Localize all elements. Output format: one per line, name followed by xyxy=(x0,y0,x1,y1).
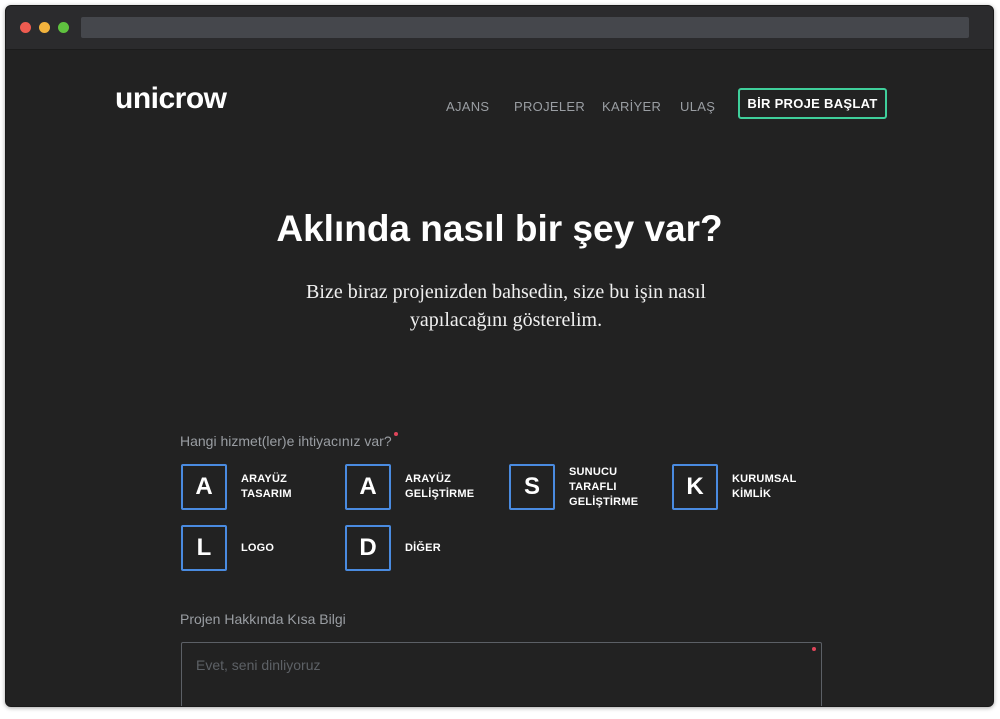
brand-logo[interactable]: unicrow xyxy=(115,82,227,116)
required-indicator xyxy=(393,432,398,436)
service-label-line: TARAFLI xyxy=(569,480,617,493)
service-option-arayuz-tasarim[interactable]: A ARAYÜZ TASARIM xyxy=(181,464,331,510)
service-label-line: TASARIM xyxy=(241,488,292,500)
nav-item-kariyer[interactable]: KARİYER xyxy=(602,99,661,114)
service-option-arayuz-gelistirme[interactable]: A ARAYÜZ GELİŞTİRME xyxy=(345,464,495,510)
service-letter-box: A xyxy=(181,464,227,510)
project-info-textarea[interactable] xyxy=(181,642,822,706)
service-option-diger[interactable]: D DİĞER xyxy=(345,525,495,571)
minimize-window-button[interactable] xyxy=(39,22,50,33)
start-project-button[interactable]: BİR PROJE BAŞLAT xyxy=(738,88,887,119)
page-subtitle-line-1: Bize biraz projenizden bahsedin, size bu… xyxy=(306,281,706,303)
service-option-sunucu-tarafli-gelistirme[interactable]: S SUNUCU TARAFLI GELİŞTİRME xyxy=(509,464,659,510)
service-option-kurumsal-kimlik[interactable]: K KURUMSAL KİMLİK xyxy=(672,464,822,510)
nav-item-ajans[interactable]: AJANS xyxy=(446,99,489,114)
page-title: Aklında nasıl bir şey var? xyxy=(276,208,723,249)
service-label: ARAYÜZ GELİŞTİRME xyxy=(405,472,495,502)
close-window-button[interactable] xyxy=(20,22,31,33)
service-label-line: KİMLİK xyxy=(732,488,772,500)
maximize-window-button[interactable] xyxy=(58,22,69,33)
services-question-label: Hangi hizmet(ler)e ihtiyacınız var? xyxy=(180,432,398,449)
service-label: KURUMSAL KİMLİK xyxy=(732,472,822,502)
service-letter-box: A xyxy=(345,464,391,510)
service-letter-box: L xyxy=(181,525,227,571)
service-label-line: ARAYÜZ xyxy=(241,473,288,485)
service-letter-box: K xyxy=(672,464,718,510)
services-question-text: Hangi hizmet(ler)e ihtiyacınız var? xyxy=(180,433,392,449)
service-label-line: SUNUCU xyxy=(569,465,618,478)
page-subtitle-line-2: yapılacağını gösterelim. xyxy=(409,309,603,331)
browser-window: unicrow AJANS PROJELER KARİYER ULAŞ BİR … xyxy=(5,5,994,707)
project-info-label: Projen Hakkında Kısa Bilgi xyxy=(180,611,346,627)
service-label-line: GELİŞTİRME xyxy=(569,495,639,508)
service-label: ARAYÜZ TASARIM xyxy=(241,472,331,502)
page-content: unicrow AJANS PROJELER KARİYER ULAŞ BİR … xyxy=(6,50,993,706)
service-label: LOGO xyxy=(241,541,331,556)
service-label: SUNUCU TARAFLI GELİŞTİRME xyxy=(569,465,659,510)
address-bar[interactable] xyxy=(81,17,969,38)
nav-item-ulas[interactable]: ULAŞ xyxy=(680,99,715,114)
service-label: DİĞER xyxy=(405,541,495,556)
service-option-logo[interactable]: L LOGO xyxy=(181,525,331,571)
page-subtitle: Bize biraz projenizden bahsedin, size bu… xyxy=(276,278,736,334)
required-indicator xyxy=(812,647,816,651)
service-label-line: ARAYÜZ xyxy=(405,473,452,485)
service-letter-box: D xyxy=(345,525,391,571)
service-label-line: KURUMSAL xyxy=(732,473,797,485)
browser-titlebar xyxy=(6,6,993,50)
service-label-line: LOGO xyxy=(241,541,275,554)
service-label-line: GELİŞTİRME xyxy=(405,488,475,500)
service-letter-box: S xyxy=(509,464,555,510)
service-label-line: DİĞER xyxy=(405,541,441,554)
nav-item-projeler[interactable]: PROJELER xyxy=(514,99,585,114)
